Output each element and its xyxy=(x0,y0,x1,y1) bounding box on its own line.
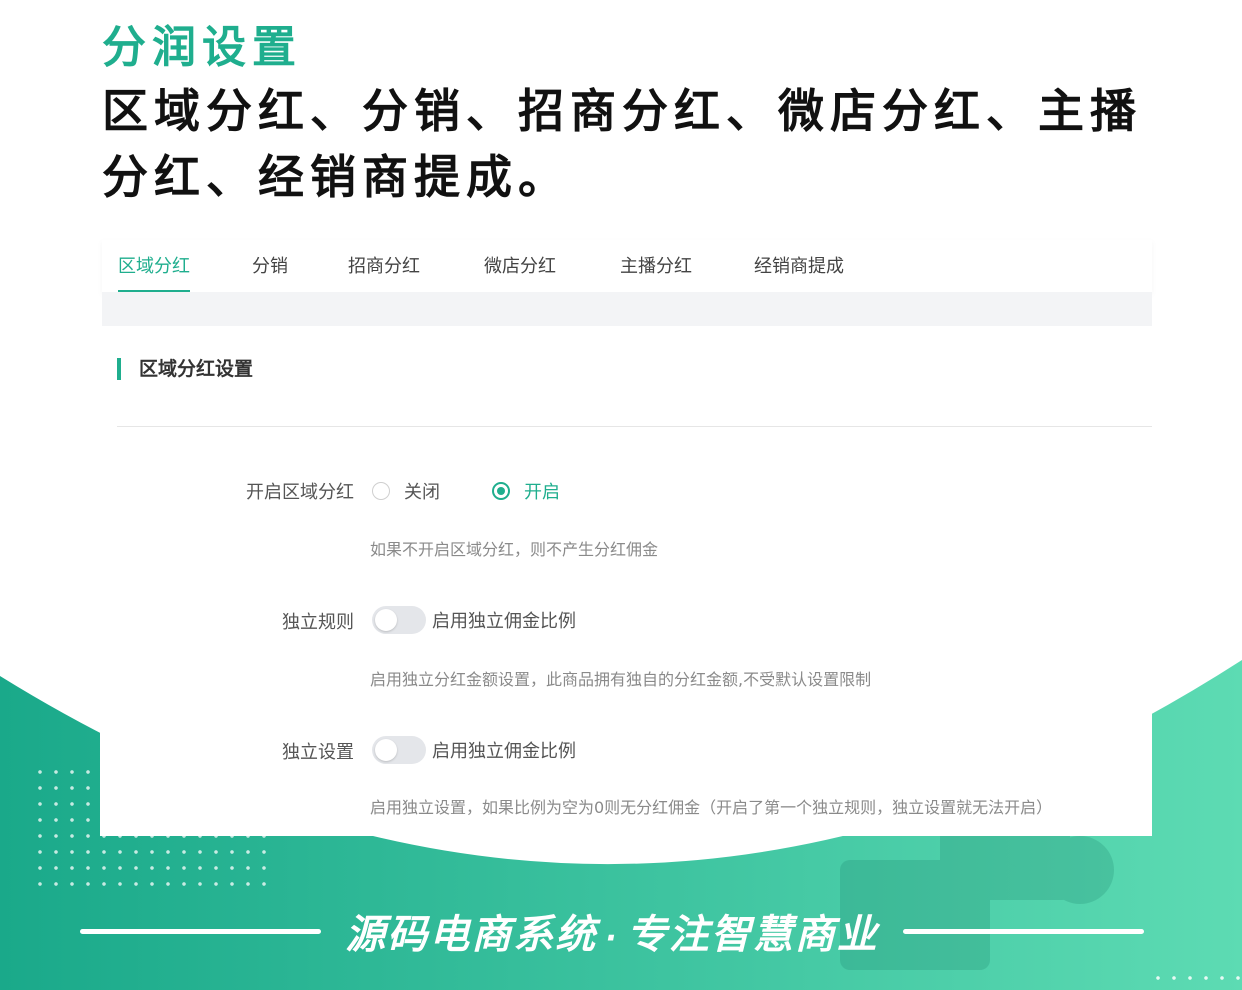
switch-knob xyxy=(375,609,397,631)
radio-on-label: 开启 xyxy=(524,482,560,503)
section-title: 区域分红设置 xyxy=(117,358,253,380)
radio-on[interactable]: 开启 xyxy=(492,478,560,504)
headline: 分润设置 区域分红、分销、招商分红、微店分红、主播 分红、经销商提成。 xyxy=(102,18,1202,210)
radio-off[interactable]: 关闭 xyxy=(372,478,440,504)
independent-rule-hint: 启用独立分红金额设置，此商品拥有独自的分红金额,不受默认设置限制 xyxy=(370,670,872,689)
section-divider xyxy=(117,426,1152,427)
tab-region-dividend[interactable]: 区域分红 xyxy=(118,252,190,293)
slogan-line-left xyxy=(80,928,322,934)
region-dividend-hint: 如果不开启区域分红，则不产生分红佣金 xyxy=(370,540,659,559)
settings-panel: 区域分红设置 开启区域分红 关闭 开启 如果不开启区域分红，则不产生分红佣金 独… xyxy=(100,326,1152,836)
independent-setting-switch[interactable] xyxy=(372,736,426,764)
radio-off-circle xyxy=(372,482,390,500)
tab-dealer-commission[interactable]: 经销商提成 xyxy=(754,252,844,290)
slogan-text: 源码电商系统 · 专注智慧商业 xyxy=(345,902,878,960)
independent-rule-label: 独立规则 xyxy=(282,612,354,633)
independent-setting-hint: 启用独立设置，如果比例为空为0则无分红佣金（开启了第一个独立规则，独立设置就无法… xyxy=(370,798,1053,817)
slogan-separator: · xyxy=(605,921,619,956)
independent-setting-label: 独立设置 xyxy=(282,742,354,763)
headline-subtitle: 分润设置 xyxy=(102,22,302,73)
tab-streamer-dividend[interactable]: 主播分红 xyxy=(620,252,692,290)
radio-on-circle xyxy=(492,482,510,500)
independent-rule-row: 启用独立佣金比例 xyxy=(372,606,576,634)
independent-rule-switch-text: 启用独立佣金比例 xyxy=(432,611,576,632)
radio-off-label: 关闭 xyxy=(404,482,440,503)
slogan-left: 源码电商系统 xyxy=(345,912,598,958)
panel-gap xyxy=(102,292,1152,326)
tab-distribution[interactable]: 分销 xyxy=(252,252,288,290)
slogan-right: 专注智慧商业 xyxy=(626,912,879,958)
region-dividend-label: 开启区域分红 xyxy=(246,482,354,503)
switch-knob xyxy=(375,739,397,761)
independent-rule-switch[interactable] xyxy=(372,606,426,634)
tab-microstore-dividend[interactable]: 微店分红 xyxy=(484,252,556,290)
tab-bar: 区域分红 分销 招商分红 微店分红 主播分红 经销商提成 xyxy=(102,240,1152,293)
headline-line-2: 分红、经销商提成。 xyxy=(102,150,570,204)
tab-investment-dividend[interactable]: 招商分红 xyxy=(348,252,420,290)
independent-setting-row: 启用独立佣金比例 xyxy=(372,736,576,764)
dot-pattern-right xyxy=(1150,970,1242,986)
independent-setting-switch-text: 启用独立佣金比例 xyxy=(432,741,576,762)
slogan: 源码电商系统 · 专注智慧商业 xyxy=(80,904,1144,958)
headline-line-1: 区域分红、分销、招商分红、微店分红、主播 xyxy=(102,84,1142,138)
slogan-line-right xyxy=(902,928,1144,934)
